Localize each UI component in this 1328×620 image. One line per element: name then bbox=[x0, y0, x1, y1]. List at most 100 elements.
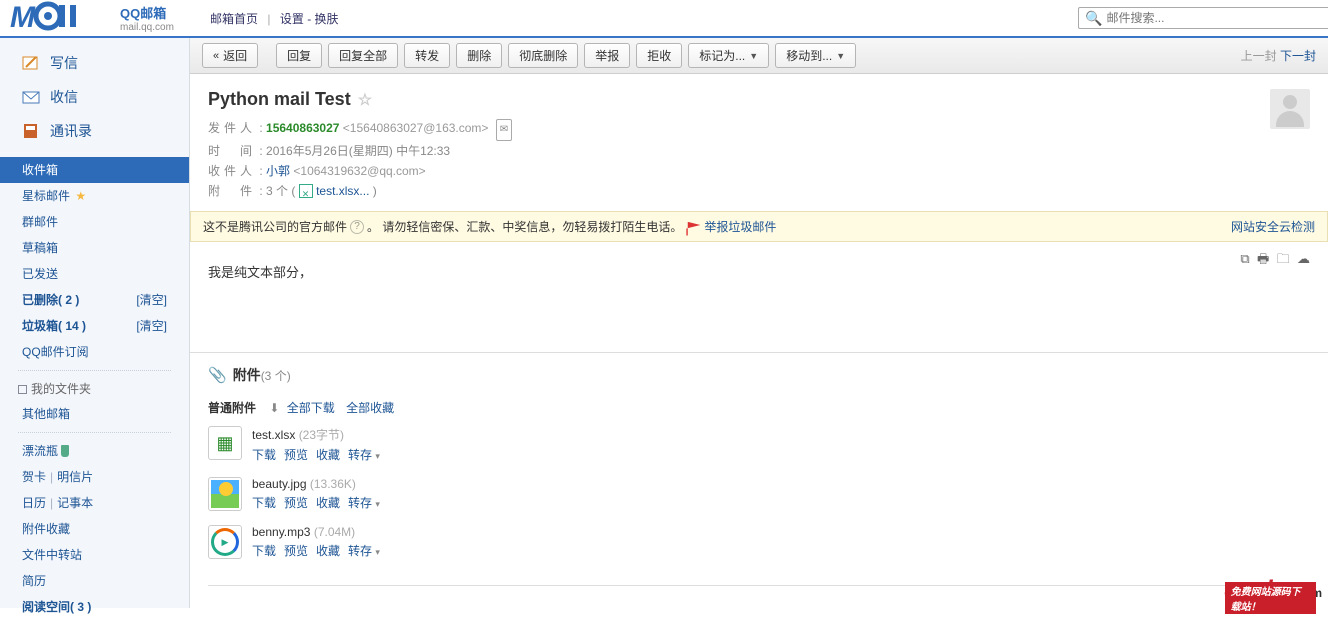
next-mail[interactable]: 下一封 bbox=[1280, 49, 1316, 63]
attachments-section: 📎 附件 (3 个) 普通附件 ⬇ 全部下载 全部收藏 test.xlsx (2… bbox=[190, 352, 1328, 585]
att-saveas[interactable]: 转存 ▾ bbox=[348, 448, 380, 462]
att-preview[interactable]: 预览 bbox=[284, 496, 308, 510]
img-file-icon[interactable] bbox=[208, 477, 242, 511]
toolbar: «返回 回复 回复全部 转发 删除 彻底删除 举报 拒收 标记为...▼ 移动到… bbox=[190, 38, 1328, 74]
nav-skin[interactable]: 换肤 bbox=[315, 12, 339, 26]
att-saveas[interactable]: 转存 ▾ bbox=[348, 496, 380, 510]
att-preview[interactable]: 预览 bbox=[284, 448, 308, 462]
search-input[interactable] bbox=[1106, 11, 1322, 25]
sidebar-item-drafts[interactable]: 草稿箱 bbox=[0, 235, 189, 261]
forward-button[interactable]: 转发 bbox=[404, 43, 450, 68]
contacts-icon bbox=[22, 122, 40, 140]
chevron-down-icon: ▼ bbox=[836, 51, 845, 61]
chevron-down-icon: ▼ bbox=[749, 51, 758, 61]
sidebar-item-group[interactable]: 群邮件 bbox=[0, 209, 189, 235]
mark-as-button[interactable]: 标记为...▼ bbox=[688, 43, 769, 68]
reply-all-button[interactable]: 回复全部 bbox=[328, 43, 398, 68]
recipient-address: <1064319632@qq.com> bbox=[293, 164, 425, 178]
sidebar-item-greeting[interactable]: 贺卡|明信片 bbox=[0, 464, 189, 490]
att-saveas[interactable]: 转存 ▾ bbox=[348, 544, 380, 558]
sidebar-item-subscribe[interactable]: QQ邮件订阅 bbox=[0, 339, 189, 365]
sidebar-item-deleted[interactable]: 已删除( 2 ) [清空] bbox=[0, 287, 189, 313]
sidebar: 写信 收信 通讯录 收件箱 星标邮件 ★ 群邮件 草稿箱 已发送 已删除( 2 … bbox=[0, 38, 190, 608]
sidebar-group-myfolders[interactable]: 我的文件夹 bbox=[0, 376, 189, 401]
favorite-all-link[interactable]: 全部收藏 bbox=[346, 401, 394, 415]
att-favorite[interactable]: 收藏 bbox=[316, 544, 340, 558]
sidebar-item-inbox[interactable]: 收件箱 bbox=[0, 157, 189, 183]
sender-address: <15640863027@163.com> bbox=[343, 121, 489, 135]
recipient-name[interactable]: 小郭 bbox=[266, 164, 290, 178]
message-body: 我是纯文本部分， bbox=[190, 242, 1328, 352]
attachment-name: beauty.jpg bbox=[252, 477, 307, 491]
nav-home[interactable]: 邮箱首页 bbox=[210, 12, 258, 26]
avatar[interactable] bbox=[1270, 89, 1310, 129]
receive-button[interactable]: 收信 bbox=[0, 80, 189, 114]
attachment-item: beauty.jpg (13.36K)下载预览收藏转存 ▾ bbox=[208, 477, 1310, 511]
compose-button[interactable]: 写信 bbox=[0, 46, 189, 80]
contacts-button[interactable]: 通讯录 bbox=[0, 114, 189, 148]
chevron-down-icon: ▾ bbox=[375, 499, 380, 509]
chevron-down-icon: ▾ bbox=[375, 547, 380, 557]
star-toggle[interactable]: ☆ bbox=[358, 92, 372, 109]
message-time: 2016年5月26日(星期四) 中午12:33 bbox=[266, 144, 450, 158]
att-download[interactable]: 下载 bbox=[252, 496, 276, 510]
sidebar-item-bottle[interactable]: 漂流瓶 bbox=[0, 438, 189, 464]
print-icon[interactable]: 🖶 bbox=[1257, 251, 1269, 266]
footer-line bbox=[208, 585, 1310, 605]
sidebar-item-transfer[interactable]: 文件中转站 bbox=[0, 542, 189, 568]
attachment-item: benny.mp3 (7.04M) 下载预览收藏转存 ▾ bbox=[208, 525, 1310, 559]
reply-button[interactable]: 回复 bbox=[276, 43, 322, 68]
chevron-down-icon: ▾ bbox=[375, 451, 380, 461]
sidebar-item-calendar[interactable]: 日历|记事本 bbox=[0, 490, 189, 516]
main-pane: «返回 回复 回复全部 转发 删除 彻底删除 举报 拒收 标记为...▼ 移动到… bbox=[190, 38, 1328, 608]
watermark: aspku.com 免费网站源码下载站！ bbox=[1225, 576, 1322, 604]
sidebar-item-starred[interactable]: 星标邮件 ★ bbox=[0, 183, 189, 209]
attachment-name: test.xlsx bbox=[252, 428, 295, 442]
newwin-icon[interactable]: ⧉ bbox=[1240, 251, 1249, 266]
compose-icon bbox=[22, 54, 40, 72]
message-action-icons: ⧉ 🖶 🗀 ☁ bbox=[1236, 250, 1310, 272]
mp3-file-icon[interactable] bbox=[208, 525, 242, 559]
att-preview[interactable]: 预览 bbox=[284, 544, 308, 558]
clear-spam[interactable]: [清空] bbox=[136, 317, 167, 335]
download-all-link[interactable]: 全部下载 bbox=[287, 401, 335, 415]
attachment-size: (23字节) bbox=[299, 428, 344, 442]
flag-icon bbox=[686, 222, 700, 236]
cloud-check-link[interactable]: 网站安全云检测 bbox=[1231, 218, 1315, 235]
att-download[interactable]: 下载 bbox=[252, 448, 276, 462]
sidebar-item-spam[interactable]: 垃圾箱( 14 ) [清空] bbox=[0, 313, 189, 339]
attachment-name: benny.mp3 bbox=[252, 525, 310, 539]
attachment-hint[interactable]: test.xlsx... bbox=[316, 184, 369, 198]
help-icon[interactable]: ? bbox=[350, 220, 364, 234]
sidebar-item-readspace[interactable]: 阅读空间( 3 ) bbox=[0, 594, 189, 620]
sidebar-item-attfav[interactable]: 附件收藏 bbox=[0, 516, 189, 542]
att-favorite[interactable]: 收藏 bbox=[316, 496, 340, 510]
vcard-icon[interactable]: ✉ bbox=[496, 119, 512, 141]
plus-icon bbox=[18, 385, 27, 394]
brand-domain: mail.qq.com bbox=[120, 22, 174, 33]
clear-deleted[interactable]: [清空] bbox=[136, 291, 167, 309]
sidebar-item-othermb[interactable]: 其他邮箱 bbox=[0, 401, 189, 427]
cloud-icon[interactable]: ☁ bbox=[1297, 251, 1310, 266]
sender-name[interactable]: 15640863027 bbox=[266, 121, 339, 135]
reject-button[interactable]: 拒收 bbox=[636, 43, 682, 68]
paperclip-icon: 📎 bbox=[208, 366, 227, 384]
search-box[interactable]: 🔍 bbox=[1078, 7, 1328, 29]
download-arrow-icon: ⬇ bbox=[269, 401, 279, 415]
sidebar-item-resume[interactable]: 简历 bbox=[0, 568, 189, 594]
delete-button[interactable]: 删除 bbox=[456, 43, 502, 68]
attachment-size: (7.04M) bbox=[314, 525, 355, 539]
sidebar-item-sent[interactable]: 已发送 bbox=[0, 261, 189, 287]
folder-icon[interactable]: 🗀 bbox=[1277, 251, 1290, 266]
nav-settings[interactable]: 设置 bbox=[280, 12, 304, 26]
move-to-button[interactable]: 移动到...▼ bbox=[775, 43, 856, 68]
delete-perm-button[interactable]: 彻底删除 bbox=[508, 43, 578, 68]
report-button[interactable]: 举报 bbox=[584, 43, 630, 68]
logo[interactable]: M QQ邮箱 mail.qq.com bbox=[0, 1, 190, 35]
att-favorite[interactable]: 收藏 bbox=[316, 448, 340, 462]
message-header: Python mail Test ☆ 发件人 : 15640863027 <15… bbox=[190, 74, 1328, 211]
xls-file-icon[interactable] bbox=[208, 426, 242, 460]
report-spam-link[interactable]: 举报垃圾邮件 bbox=[704, 218, 776, 235]
back-button[interactable]: «返回 bbox=[202, 43, 258, 68]
att-download[interactable]: 下载 bbox=[252, 544, 276, 558]
